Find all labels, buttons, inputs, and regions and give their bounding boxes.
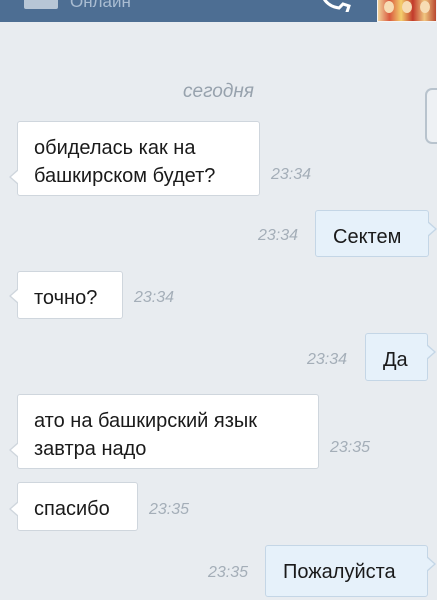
- message-time: 23:34: [271, 166, 312, 183]
- call-icon[interactable]: [317, 0, 351, 12]
- date-divider: сегодня: [183, 81, 254, 102]
- message-time: 23:35: [149, 501, 190, 518]
- contact-status: Онлайн: [70, 0, 131, 11]
- message-bubble-incoming[interactable]: точно?: [9, 271, 123, 319]
- message-bubble-outgoing[interactable]: Да: [365, 333, 436, 381]
- message-time: 23:34: [258, 227, 299, 244]
- message-bubble-outgoing[interactable]: Пожалуйста: [265, 545, 436, 597]
- message-bubble-incoming[interactable]: спасибо: [9, 482, 138, 531]
- message-bubble-outgoing[interactable]: Сектем: [315, 210, 437, 257]
- message-bubble-incoming[interactable]: обиделась как на башкирском будет?: [9, 121, 260, 196]
- message-time: 23:35: [208, 564, 249, 581]
- message-time: 23:34: [134, 289, 175, 306]
- message-bubble-incoming[interactable]: ато на башкирский язык завтра надо: [9, 394, 319, 469]
- message-time: 23:35: [330, 439, 371, 456]
- message-time: 23:34: [307, 351, 348, 368]
- chat-header: Онлайн: [0, 0, 437, 22]
- contact-avatar[interactable]: [377, 0, 437, 22]
- back-icon[interactable]: [24, 0, 58, 9]
